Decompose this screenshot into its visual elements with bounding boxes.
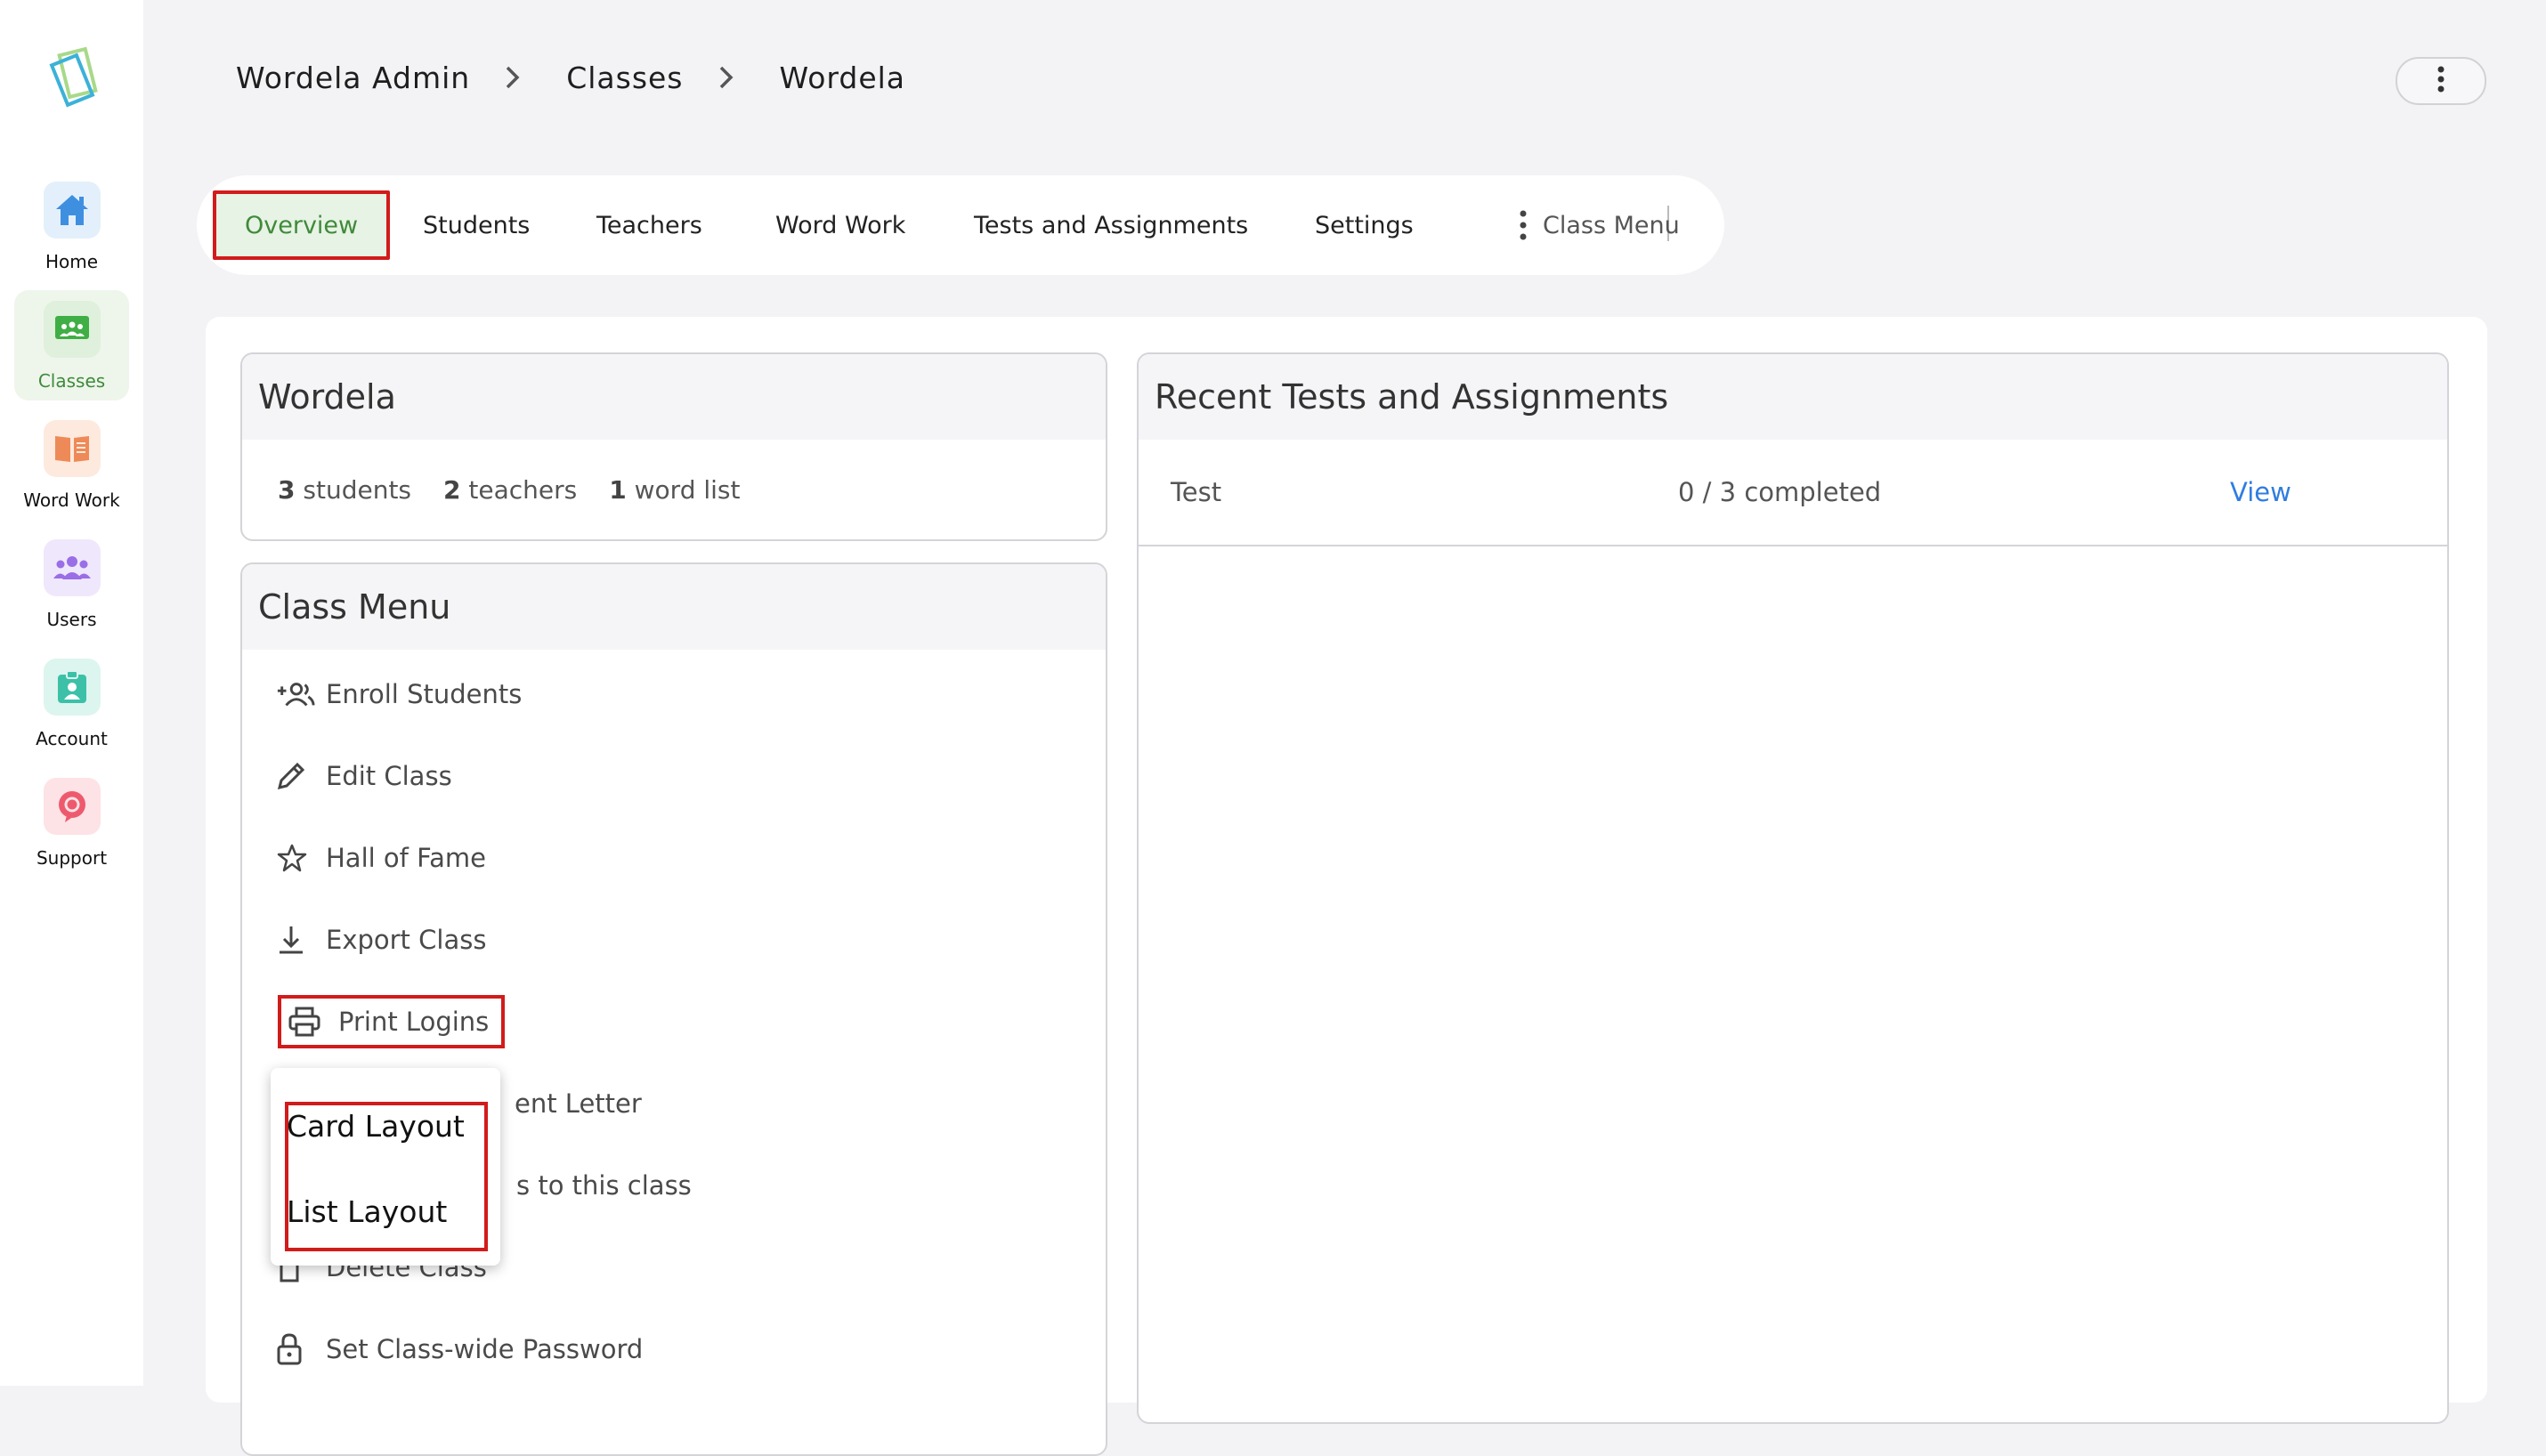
class-menu-title: Class Menu bbox=[242, 564, 1106, 650]
main-panel: Wordela 3 students 2 teachers 1 word lis… bbox=[206, 317, 2487, 1456]
tab-teachers[interactable]: Teachers bbox=[596, 175, 702, 275]
wordela-logo-icon[interactable] bbox=[37, 46, 109, 117]
class-info-card: Wordela 3 students 2 teachers 1 word lis… bbox=[240, 352, 1107, 541]
stat-word-lists[interactable]: 1 word list bbox=[609, 475, 740, 505]
chevron-right-icon bbox=[504, 64, 522, 91]
tab-tests-and-assignments[interactable]: Tests and Assignments bbox=[974, 175, 1248, 275]
sidebar-item-support[interactable]: Support bbox=[14, 767, 129, 878]
lock-icon bbox=[276, 1332, 315, 1366]
sidebar-item-word-work[interactable]: Word Work bbox=[14, 409, 129, 520]
list-layout-option[interactable]: List Layout bbox=[287, 1194, 447, 1229]
sidebar-item-label: Home bbox=[45, 251, 99, 272]
breadcrumb-item-classes[interactable]: Classes bbox=[566, 61, 683, 95]
sidebar-item-label: Support bbox=[36, 847, 108, 869]
class-stats: 3 students 2 teachers 1 word list bbox=[242, 440, 1106, 539]
home-icon bbox=[43, 182, 101, 239]
class-tab-bar: Overview Students Teachers Word Work Tes… bbox=[197, 175, 1724, 275]
menu-item-label: Set Class-wide Password bbox=[326, 1334, 644, 1364]
stat-students[interactable]: 3 students bbox=[278, 475, 411, 505]
menu-item-label: ent Letter bbox=[515, 1088, 642, 1119]
download-icon bbox=[276, 925, 315, 955]
table-row: Test 0 / 3 completed View bbox=[1139, 440, 2447, 546]
more-options-button[interactable] bbox=[2396, 57, 2486, 105]
sidebar-item-label: Account bbox=[36, 728, 108, 749]
menu-item-label: s to this class bbox=[516, 1170, 692, 1201]
stat-count: 1 bbox=[609, 474, 627, 505]
class-menu-button[interactable]: Class Menu bbox=[1520, 175, 1680, 275]
users-icon bbox=[43, 539, 101, 596]
recent-tests-title: Recent Tests and Assignments bbox=[1139, 354, 2447, 440]
printer-icon bbox=[288, 1007, 328, 1037]
vertical-dots-icon bbox=[1520, 210, 1527, 240]
stat-count: 3 bbox=[278, 474, 296, 505]
test-progress: 0 / 3 completed bbox=[1678, 477, 1882, 507]
stat-teachers[interactable]: 2 teachers bbox=[443, 475, 577, 505]
menu-item-label: Edit Class bbox=[326, 761, 452, 791]
class-menu-label: Class Menu bbox=[1543, 211, 1680, 239]
menu-item-label: Enroll Students bbox=[326, 679, 523, 709]
pencil-icon bbox=[276, 761, 315, 791]
stat-label: word list bbox=[634, 474, 741, 505]
classroom-icon bbox=[43, 301, 101, 358]
tab-overview[interactable]: Overview bbox=[213, 190, 391, 260]
sidebar-item-users[interactable]: Users bbox=[14, 529, 129, 639]
badge-icon bbox=[43, 659, 101, 716]
vertical-dots-icon bbox=[2437, 66, 2445, 96]
sidebar-item-home[interactable]: Home bbox=[14, 171, 129, 281]
sidebar-item-label: Word Work bbox=[23, 489, 120, 511]
class-menu-card: Class Menu Enroll Students Edit Class Ha… bbox=[240, 562, 1107, 1456]
breadcrumb-item-current: Wordela bbox=[779, 60, 906, 95]
view-link[interactable]: View bbox=[2230, 477, 2291, 507]
stat-count: 2 bbox=[443, 474, 461, 505]
menu-hall-of-fame[interactable]: Hall of Fame bbox=[276, 831, 486, 885]
menu-set-password[interactable]: Set Class-wide Password bbox=[276, 1323, 643, 1376]
menu-print-logins[interactable]: Print Logins bbox=[278, 995, 506, 1048]
menu-item-label: Hall of Fame bbox=[326, 843, 486, 873]
print-layout-popup: Card Layout List Layout bbox=[271, 1068, 500, 1266]
menu-edit-class[interactable]: Edit Class bbox=[276, 749, 452, 803]
stat-label: teachers bbox=[468, 474, 578, 505]
menu-export-class[interactable]: Export Class bbox=[276, 913, 486, 967]
sidebar-item-label: Users bbox=[46, 609, 97, 630]
sidebar-item-classes[interactable]: Classes bbox=[14, 290, 129, 400]
card-layout-option[interactable]: Card Layout bbox=[287, 1109, 465, 1144]
support-icon bbox=[43, 778, 101, 835]
recent-tests-card: Recent Tests and Assignments Test 0 / 3 … bbox=[1137, 352, 2449, 1424]
test-name: Test bbox=[1171, 477, 1222, 507]
menu-enroll-students[interactable]: Enroll Students bbox=[276, 667, 522, 721]
stat-label: students bbox=[303, 474, 412, 505]
menu-item-label: Print Logins bbox=[338, 1007, 490, 1037]
menu-item-label: Export Class bbox=[326, 925, 487, 955]
sidebar: Home Classes Word Work Users Account Sup… bbox=[0, 0, 143, 1386]
tab-word-work[interactable]: Word Work bbox=[775, 175, 905, 275]
chevron-right-icon bbox=[718, 64, 735, 91]
add-people-icon bbox=[276, 681, 315, 708]
tab-settings[interactable]: Settings bbox=[1315, 175, 1414, 275]
sidebar-item-account[interactable]: Account bbox=[14, 648, 129, 758]
tab-students[interactable]: Students bbox=[423, 175, 530, 275]
book-icon bbox=[43, 420, 101, 477]
star-icon bbox=[276, 843, 315, 873]
breadcrumb: Wordela Admin Classes Wordela bbox=[236, 55, 905, 100]
sidebar-item-label: Classes bbox=[37, 370, 106, 392]
breadcrumb-item-admin[interactable]: Wordela Admin bbox=[236, 61, 470, 95]
class-title: Wordela bbox=[242, 354, 1106, 440]
